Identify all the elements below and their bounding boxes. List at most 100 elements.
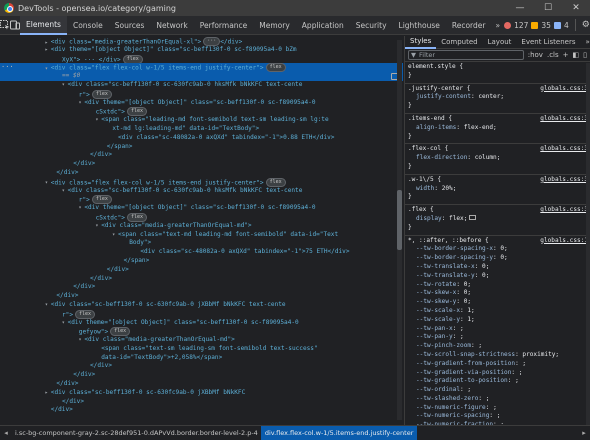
tab-recorder[interactable]: Recorder [446,16,492,35]
css-property-name[interactable]: width [416,185,434,192]
dom-node-line[interactable]: <div class="sc-48082a-0 axQXd" tabindex=… [0,134,403,143]
css-property-value[interactable]: ; [519,369,523,376]
flex-badge[interactable]: flex [110,327,131,337]
dom-node-line[interactable]: </div> [0,398,403,407]
style-rule[interactable]: *, ::after, ::before {globals.css:1 --tw-… [405,236,590,425]
styles-filter-input[interactable]: ▼ Filter [408,50,524,60]
breadcrumb-scroll-left-icon[interactable]: ◂ [0,429,12,437]
css-property-name[interactable]: justify-content [416,93,471,100]
css-declaration[interactable]: --tw-pan-x: ; [408,325,587,334]
dom-scrollbar-thumb[interactable] [397,190,402,250]
css-property-value[interactable]: 0; [500,245,507,252]
dom-node-line[interactable]: ▸ <div class="media-greaterThanOrEqual-xl… [0,37,403,46]
css-declaration[interactable]: --tw-gradient-via-position: ; [408,369,587,378]
css-property-name[interactable]: --tw-border-spacing-y [416,254,493,261]
elements-dom-tree[interactable]: ▸ <div class="media-greaterThanOrEqual-xl… [0,36,403,425]
css-property-value[interactable]: ; [460,333,464,340]
hover-state-toggle[interactable]: :hov [528,51,543,59]
rule-source-link[interactable]: globals.css:3 [540,115,588,124]
css-property-value[interactable]: flex; [449,215,467,222]
css-property-name[interactable]: --tw-border-spacing-x [416,245,493,252]
css-property-value[interactable]: ; [467,386,471,393]
close-button[interactable]: ✕ [562,3,590,13]
css-property-name[interactable]: flex-direction [416,154,467,161]
tab-computed[interactable]: Computed [436,36,482,49]
tab-layout[interactable]: Layout [483,36,517,49]
dom-node-line[interactable]: == $0 [0,72,403,81]
css-property-name[interactable]: --tw-scroll-snap-strictness [416,351,515,358]
dom-node-line[interactable]: xt-md lg:leading-md" data-id="TextBody"> [0,125,403,134]
css-property-name[interactable]: --tw-slashed-zero [416,395,478,402]
css-property-value[interactable]: center; [478,93,504,100]
dom-node-line[interactable]: </div> [0,406,403,415]
issue-counters[interactable]: 127 35 4 ⚙ ⋮ [504,19,590,31]
css-property-value[interactable]: 0; [464,298,471,305]
breadcrumb-item-selected[interactable]: div.flex.flex-col.w-1/5.items-end.justif… [260,426,418,440]
css-declaration[interactable]: --tw-skew-y: 0; [408,298,587,307]
css-declaration[interactable]: --tw-translate-y: 0; [408,272,587,281]
rule-source-link[interactable]: globals.css:3 [540,206,588,215]
css-declaration[interactable]: --tw-gradient-from-position: ; [408,360,587,369]
tab-console[interactable]: Console [67,16,109,35]
flex-badge[interactable]: flex [126,107,147,117]
add-rule-icon[interactable]: + [563,51,569,59]
css-property-name[interactable]: --tw-scale-x [416,307,460,314]
css-property-name[interactable]: --tw-scale-y [416,316,460,323]
css-property-value[interactable]: ; [522,360,526,367]
dom-node-line[interactable]: </div> [0,160,403,169]
dom-node-line[interactable]: </div> [0,283,403,292]
css-property-value[interactable]: ; [460,325,464,332]
tab-styles[interactable]: Styles [405,36,437,49]
dom-node-line[interactable]: cSxtdc"> flex [0,212,403,222]
dom-node-line[interactable]: ▾ <div class="media-greaterThanOrEqual-md… [0,222,403,231]
css-declaration[interactable]: --tw-gradient-to-position: ; [408,377,587,386]
css-property-value[interactable]: ; [497,412,501,419]
css-property-value[interactable]: 1; [467,316,474,323]
dom-node-line[interactable]: r"> flex [0,89,403,99]
dom-node-line[interactable]: </div> [0,275,403,284]
css-declaration[interactable]: --tw-scroll-snap-strictness: proximity; [408,351,587,360]
ellipsis-badge[interactable]: ··· [203,37,221,46]
dom-node-line[interactable]: </div> [0,169,403,178]
dom-node-line[interactable]: ▾ <div theme="[object Object]" class="sc-… [0,319,403,328]
dom-node-line[interactable]: gefyow"> flex [0,327,403,337]
dom-node-line[interactable]: XyX"> ··· </div> flex [0,54,403,64]
css-declaration[interactable]: display: flex; [408,215,587,224]
style-rule[interactable]: .flex-col {globals.css:3 flex-direction: … [405,144,590,175]
css-property-value[interactable]: 0; [482,263,489,270]
flexbox-editor-icon[interactable] [469,215,477,221]
css-property-value[interactable]: ; [515,377,519,384]
dom-node-line[interactable]: </div> [0,292,403,301]
dom-node-line[interactable]: </div> [0,362,403,371]
tab-security[interactable]: Security [350,16,393,35]
css-property-value[interactable]: 0; [464,289,471,296]
css-property-name[interactable]: display [416,215,442,222]
rule-source-link[interactable]: globals.css:3 [540,85,588,94]
device-toggle-icon[interactable] [10,16,20,35]
flex-badge[interactable]: flex [122,54,143,64]
tab-application[interactable]: Application [296,16,350,35]
styles-scrollbar[interactable] [586,63,590,425]
css-declaration[interactable]: --tw-border-spacing-y: 0; [408,254,587,263]
dom-node-line[interactable]: ▾ <div theme="[object Object]" class="sc-… [0,204,403,213]
settings-gear-icon[interactable]: ⚙ [582,20,590,30]
dom-node-line[interactable]: </div> [0,380,403,389]
css-property-name[interactable]: --tw-skew-y [416,298,456,305]
more-tabs-button[interactable]: » [491,21,504,30]
css-property-name[interactable]: --tw-translate-y [416,272,475,279]
dom-node-line[interactable]: data-id="TextBody">+2,058%</span> [0,354,403,363]
css-declaration[interactable]: --tw-rotate: 0; [408,281,587,290]
dom-node-line[interactable]: <span class="text-sm leading-sm font-sem… [0,345,403,354]
css-declaration[interactable]: flex-direction: column; [408,154,587,163]
css-property-value[interactable]: ; [478,342,482,349]
dom-node-line[interactable]: </div> [0,371,403,380]
class-toggle[interactable]: .cls [547,51,559,59]
css-property-value[interactable]: 20%; [442,185,457,192]
dom-node-line[interactable]: ▾ <div class="flex flex-col w-1/5 items-e… [0,177,403,187]
dom-node-line[interactable]: </div> [0,151,403,160]
css-declaration[interactable]: --tw-pan-y: ; [408,333,587,342]
sidebar-toggle-icon[interactable]: ▯ [583,51,587,59]
maximize-button[interactable]: ☐ [534,3,562,13]
css-declaration[interactable]: --tw-scale-y: 1; [408,316,587,325]
tab-memory[interactable]: Memory [253,16,296,35]
